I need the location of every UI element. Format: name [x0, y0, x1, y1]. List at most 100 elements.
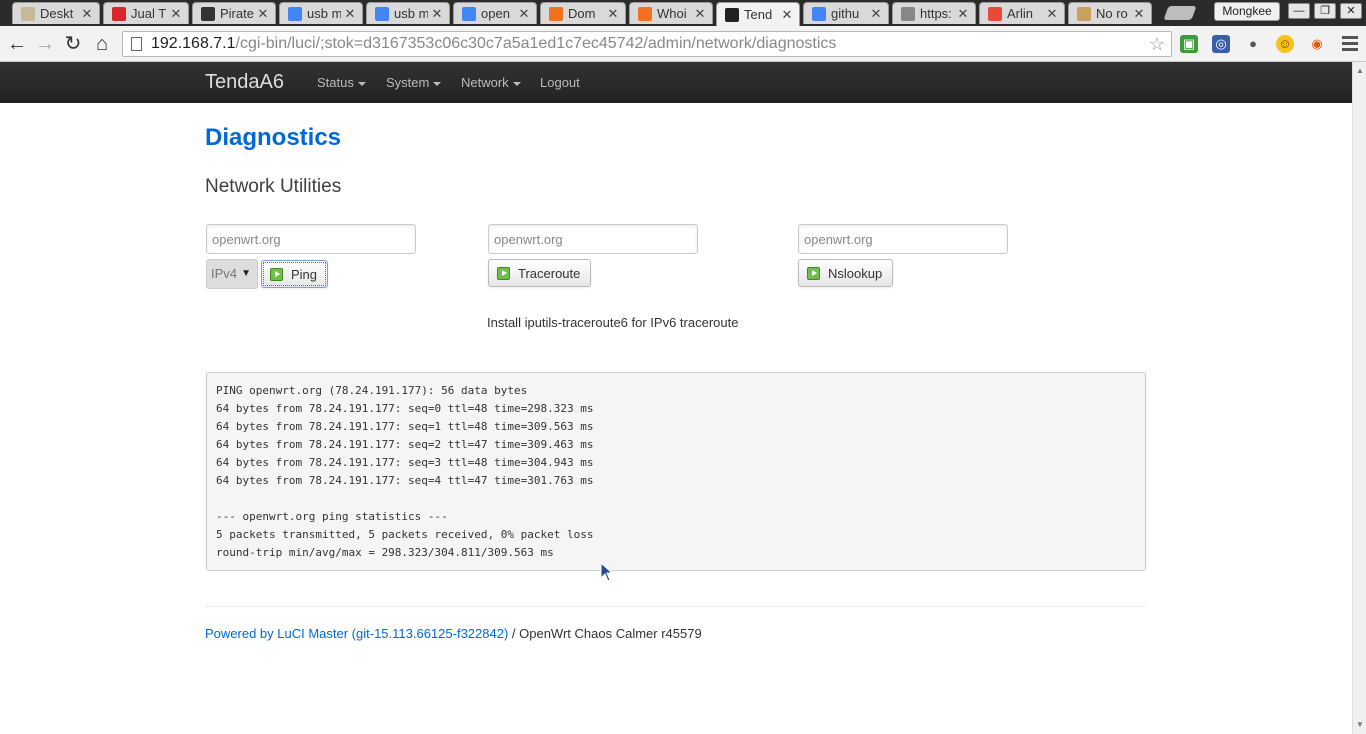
browser-tab[interactable]: usb m ✕ [366, 2, 450, 24]
tab-favicon-icon [375, 6, 389, 21]
tab-title: open [481, 6, 510, 21]
browser-tab[interactable]: Tend ✕ [716, 2, 800, 26]
output-line: 64 bytes from 78.24.191.177: seq=3 ttl=4… [216, 456, 594, 469]
tab-close-icon[interactable]: ✕ [1046, 6, 1058, 22]
output-line: --- openwrt.org ping statistics --- [216, 510, 448, 523]
browser-tab[interactable]: Arlin ✕ [979, 2, 1065, 24]
browser-tab[interactable]: Jual T ✕ [103, 2, 189, 24]
ipv6-hint: Install iputils-traceroute6 for IPv6 tra… [487, 315, 739, 330]
browser-menu-icon[interactable] [1342, 36, 1358, 52]
extension-globe-icon[interactable]: ◎ [1212, 35, 1230, 53]
mouse-cursor-icon [600, 562, 614, 582]
extension-mask-icon[interactable]: ◉ [1308, 35, 1326, 53]
tab-title: Tend [744, 7, 773, 22]
bookmark-star-icon[interactable]: ☆ [1149, 32, 1165, 56]
tab-close-icon[interactable]: ✕ [781, 7, 793, 23]
tab-close-icon[interactable]: ✕ [1133, 6, 1145, 22]
command-output: PING openwrt.org (78.24.191.177): 56 dat… [206, 372, 1146, 571]
output-line: 64 bytes from 78.24.191.177: seq=2 ttl=4… [216, 438, 594, 451]
profile-button[interactable]: Mongkee [1214, 2, 1280, 21]
tab-close-icon[interactable]: ✕ [694, 6, 706, 22]
tab-close-icon[interactable]: ✕ [344, 6, 356, 22]
home-icon[interactable]: ⌂ [91, 33, 113, 55]
nav-status-label: Status [317, 75, 354, 90]
tab-close-icon[interactable]: ✕ [257, 6, 269, 22]
tab-title: Arlin [1007, 6, 1034, 21]
forward-icon[interactable]: → [34, 33, 56, 55]
page-scrollbar[interactable]: ▲ ▼ [1352, 62, 1366, 734]
ping-host-input[interactable] [206, 224, 416, 254]
traceroute-button-label: Traceroute [518, 265, 581, 281]
nav-system[interactable]: System [386, 75, 442, 90]
scroll-down-icon[interactable]: ▼ [1356, 720, 1364, 729]
tab-title: No ro [1096, 6, 1128, 21]
browser-tab[interactable]: https: ✕ [892, 2, 976, 24]
tab-title: githu [831, 6, 860, 21]
play-icon [807, 266, 820, 280]
nav-status[interactable]: Status [317, 75, 366, 90]
tab-close-icon[interactable]: ✕ [431, 6, 443, 22]
maximize-button[interactable]: ❐ [1314, 3, 1336, 19]
tab-close-icon[interactable]: ✕ [170, 6, 182, 22]
tab-title: Dom [568, 6, 596, 21]
traceroute-host-input[interactable] [488, 224, 698, 254]
tab-close-icon[interactable]: ✕ [518, 6, 530, 22]
tab-title: usb m [394, 6, 428, 21]
protocol-select-value: IPv4 [211, 266, 238, 281]
luci-link[interactable]: Powered by LuCI Master (git-15.113.66125… [205, 626, 508, 641]
new-tab-button[interactable] [1163, 6, 1197, 20]
tab-close-icon[interactable]: ✕ [81, 6, 93, 22]
browser-tab[interactable]: Whoi ✕ [629, 2, 713, 24]
back-icon[interactable]: ← [6, 33, 28, 55]
tab-title: usb m [307, 6, 341, 21]
nslookup-host-input[interactable] [798, 224, 1008, 254]
output-line: 64 bytes from 78.24.191.177: seq=4 ttl=4… [216, 474, 594, 487]
close-window-button[interactable]: ✕ [1340, 3, 1362, 19]
browser-toolbar: ← → ↻ ⌂ 192.168.7.1/cgi-bin/luci/;stok=d… [0, 26, 1366, 62]
url-path: /cgi-bin/luci/;stok=d3167353c06c30c7a5a1… [235, 35, 837, 52]
tab-title: Pirate [220, 6, 254, 21]
nav-logout[interactable]: Logout [540, 75, 580, 90]
section-title: Network Utilities [205, 176, 342, 197]
caret-down-icon [357, 81, 366, 86]
ping-button[interactable]: Ping [261, 260, 329, 288]
browser-tab[interactable]: githu ✕ [803, 2, 889, 24]
nav-network[interactable]: Network [461, 75, 521, 90]
output-line: round-trip min/avg/max = 298.323/304.811… [216, 546, 554, 559]
caret-down-icon [433, 81, 442, 86]
nslookup-button[interactable]: Nslookup [798, 259, 894, 287]
tab-favicon-icon [988, 6, 1002, 21]
brand-logo[interactable]: TendaA6 [205, 71, 284, 94]
tab-favicon-icon [638, 6, 652, 21]
browser-tab[interactable]: usb m ✕ [279, 2, 363, 24]
extension-smiley-icon[interactable]: ☺ [1276, 35, 1294, 53]
minimize-button[interactable]: — [1288, 3, 1310, 19]
footer-divider [205, 606, 1146, 607]
address-bar[interactable]: 192.168.7.1/cgi-bin/luci/;stok=d3167353c… [122, 31, 1172, 57]
nav-system-label: System [386, 75, 430, 90]
url-host: 192.168.7.1 [151, 35, 236, 52]
browser-tab[interactable]: Deskt ✕ [12, 2, 100, 24]
tab-close-icon[interactable]: ✕ [607, 6, 619, 22]
traceroute-button[interactable]: Traceroute [488, 259, 592, 287]
scroll-up-icon[interactable]: ▲ [1356, 66, 1364, 75]
tab-title: https: [920, 6, 952, 21]
tab-favicon-icon [901, 6, 915, 21]
browser-tab[interactable]: Dom ✕ [540, 2, 626, 24]
reload-icon[interactable]: ↻ [62, 33, 84, 55]
nslookup-button-label: Nslookup [828, 265, 883, 281]
browser-tab[interactable]: open ✕ [453, 2, 537, 24]
tab-favicon-icon [112, 6, 126, 21]
protocol-select[interactable]: IPv4 ▼ [206, 259, 258, 289]
dropdown-arrow-icon: ▼ [241, 268, 251, 279]
extension-bulb-icon[interactable]: ● [1244, 35, 1262, 53]
extension-monitor-icon[interactable]: ▣ [1180, 35, 1198, 53]
output-line: 64 bytes from 78.24.191.177: seq=0 ttl=4… [216, 402, 594, 415]
browser-tab[interactable]: Pirate ✕ [192, 2, 276, 24]
ping-button-label: Ping [291, 266, 318, 282]
output-line: 5 packets transmitted, 5 packets receive… [216, 528, 594, 541]
tab-close-icon[interactable]: ✕ [870, 6, 882, 22]
browser-tab[interactable]: No ro ✕ [1068, 2, 1152, 24]
tab-close-icon[interactable]: ✕ [957, 6, 969, 22]
